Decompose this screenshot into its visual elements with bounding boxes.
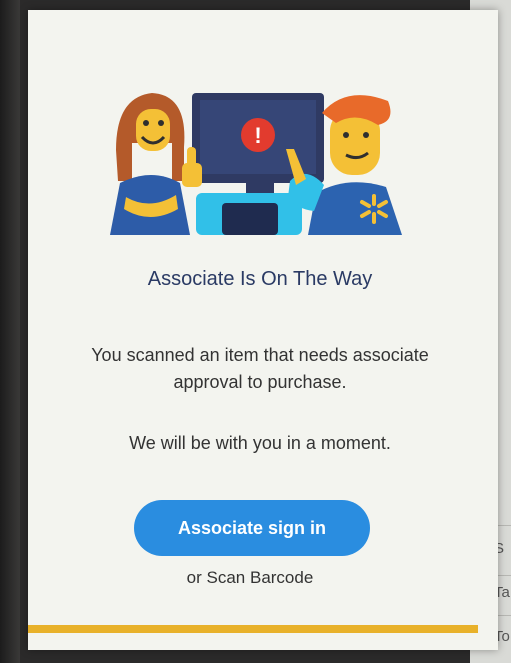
associate-sign-in-button[interactable]: Associate sign in	[134, 500, 370, 556]
modal-accent-bar	[28, 625, 478, 633]
wait-message: We will be with you in a moment.	[129, 433, 391, 453]
svg-text:!: !	[254, 123, 261, 148]
alert-icon: !	[241, 118, 275, 152]
associate-sign-in-label: Associate sign in	[177, 517, 327, 538]
screen-bezel	[0, 0, 20, 663]
approval-message: You scanned an item that needs associate…	[91, 345, 429, 392]
left-person	[110, 93, 202, 235]
terminal-slot	[222, 203, 278, 235]
associate-illustration: !	[110, 93, 402, 235]
modal-title: Associate Is On The Way	[147, 268, 373, 290]
scan-barcode-hint: or Scan Barcode	[186, 568, 314, 587]
